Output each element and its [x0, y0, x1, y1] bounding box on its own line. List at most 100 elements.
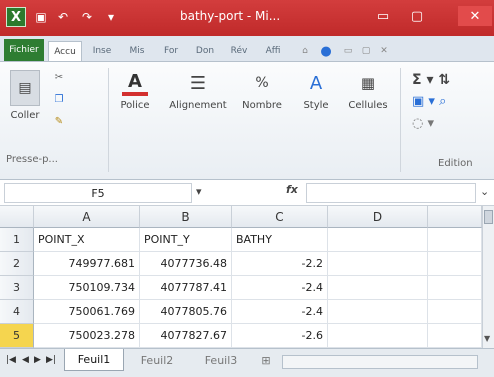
row-header[interactable]: 3	[0, 276, 34, 300]
sum-icon[interactable]: Σ ▾ ⇅	[412, 72, 482, 94]
copy-icon[interactable]: ❐	[46, 94, 72, 116]
quick-access-menu-icon[interactable]: ▾	[102, 8, 120, 26]
cell-b5[interactable]: 4077827.67	[140, 324, 232, 348]
cell-c5[interactable]: -2.6	[232, 324, 328, 348]
scroll-down-icon[interactable]: ▼	[484, 334, 490, 343]
police-button[interactable]: A Police	[110, 70, 160, 112]
column-header-b[interactable]: B	[140, 206, 232, 228]
sheet-tab-bar: |◀ ◀ ▶ ▶| Feuil1 Feuil2 Feuil3 ⊞	[0, 348, 494, 377]
cell-e4[interactable]	[428, 300, 482, 324]
wb-close-icon[interactable]: ✕	[376, 41, 392, 61]
name-box[interactable]: F5	[4, 183, 192, 203]
sheet-tab-feuil3[interactable]: Feuil3	[190, 349, 252, 371]
column-header-d[interactable]: D	[328, 206, 428, 228]
select-all-corner[interactable]	[0, 206, 34, 228]
formula-input[interactable]	[306, 183, 476, 203]
close-button[interactable]: ✕	[458, 6, 492, 26]
cell-d2[interactable]	[328, 252, 428, 276]
paste-label: Coller	[10, 110, 40, 121]
clipboard-group-label: Presse-p...	[6, 154, 58, 165]
cell-d3[interactable]	[328, 276, 428, 300]
last-sheet-icon[interactable]: ▶|	[46, 355, 56, 365]
cell-c2[interactable]: -2.2	[232, 252, 328, 276]
cell-c3[interactable]: -2.4	[232, 276, 328, 300]
sheet-tab-feuil2[interactable]: Feuil2	[126, 349, 188, 371]
separator	[400, 68, 401, 172]
cell-a3[interactable]: 750109.734	[34, 276, 140, 300]
window-title: bathy-port - Mi...	[180, 9, 281, 23]
cell-d1[interactable]	[328, 228, 428, 252]
help-icon[interactable]: ●	[316, 41, 336, 61]
excel-logo[interactable]: X	[6, 7, 26, 27]
fill-icon[interactable]: ▣ ▾ ⌕	[412, 94, 482, 116]
fx-icon[interactable]: fx	[286, 183, 298, 196]
align-icon: ☰	[189, 72, 207, 94]
tab-accueil[interactable]: Accu	[48, 41, 82, 61]
ribbon-tab-bar: Fichier Accu Inse Mis For Don Rév Affi ⌂…	[0, 36, 494, 62]
font-icon: A	[122, 70, 148, 96]
tab-mise-en-page[interactable]: Mis	[122, 41, 152, 61]
wb-minimize-icon[interactable]: ▭	[340, 41, 356, 61]
tab-revision[interactable]: Rév	[224, 41, 254, 61]
cellules-button[interactable]: ▦ Cellules	[342, 70, 394, 111]
cell-b1[interactable]: POINT_Y	[140, 228, 232, 252]
scroll-thumb[interactable]	[484, 210, 493, 224]
row-header[interactable]: 4	[0, 300, 34, 324]
cell-b4[interactable]: 4077805.76	[140, 300, 232, 324]
cell-b2[interactable]: 4077736.48	[140, 252, 232, 276]
cell-d4[interactable]	[328, 300, 428, 324]
row-header[interactable]: 2	[0, 252, 34, 276]
alignement-label: Alignement	[169, 100, 227, 111]
new-sheet-icon[interactable]: ⊞	[256, 349, 276, 371]
undo-icon[interactable]: ↶	[54, 8, 72, 26]
column-header-a[interactable]: A	[34, 206, 140, 228]
clear-icon[interactable]: ◌ ▾	[412, 116, 482, 138]
cell-a2[interactable]: 749977.681	[34, 252, 140, 276]
formula-bar: F5 ▾ fx ⌄	[0, 180, 494, 206]
cell-c1[interactable]: BATHY	[232, 228, 328, 252]
tab-insertion[interactable]: Inse	[86, 41, 118, 61]
ribbon-minimize-icon[interactable]: ⌂	[296, 41, 314, 61]
paste-button[interactable]: ▤ Coller	[6, 70, 44, 121]
column-header-c[interactable]: C	[232, 206, 328, 228]
save-icon[interactable]: ▣	[32, 8, 50, 26]
cell-a4[interactable]: 750061.769	[34, 300, 140, 324]
redo-icon[interactable]: ↷	[76, 8, 98, 26]
name-box-dropdown-icon[interactable]: ▾	[196, 185, 202, 198]
sheet-tab-feuil1[interactable]: Feuil1	[64, 349, 124, 371]
prev-sheet-icon[interactable]: ◀	[22, 355, 29, 365]
style-icon: A	[309, 72, 323, 94]
cell-e3[interactable]	[428, 276, 482, 300]
alignement-button[interactable]: ☰ Alignement	[164, 70, 232, 112]
formula-expand-icon[interactable]: ⌄	[480, 185, 489, 198]
horizontal-scrollbar[interactable]	[282, 355, 478, 369]
row-header[interactable]: 1	[0, 228, 34, 252]
cut-icon[interactable]: ✂	[46, 72, 72, 94]
maximize-button[interactable]: ▢	[404, 6, 430, 26]
cell-a5[interactable]: 750023.278	[34, 324, 140, 348]
wb-restore-icon[interactable]: ▢	[358, 41, 374, 61]
cell-e1[interactable]	[428, 228, 482, 252]
tab-fichier[interactable]: Fichier	[4, 39, 44, 61]
tab-donnees[interactable]: Don	[190, 41, 220, 61]
minimize-button[interactable]: ▭	[370, 6, 396, 26]
cell-e5[interactable]	[428, 324, 482, 348]
next-sheet-icon[interactable]: ▶	[34, 355, 41, 365]
ribbon: ▤ Coller ✂ ❐ ✎ Presse-p... A Police ☰ Al…	[0, 62, 494, 180]
tab-formules[interactable]: For	[156, 41, 186, 61]
style-label: Style	[303, 100, 329, 111]
vertical-scrollbar[interactable]: ▼	[482, 206, 494, 348]
cell-a1[interactable]: POINT_X	[34, 228, 140, 252]
first-sheet-icon[interactable]: |◀	[6, 355, 16, 365]
row-header-selected[interactable]: 5	[0, 324, 34, 348]
style-button[interactable]: A Style	[294, 70, 338, 112]
cell-b3[interactable]: 4077787.41	[140, 276, 232, 300]
cell-c4[interactable]: -2.4	[232, 300, 328, 324]
cell-d5[interactable]	[328, 324, 428, 348]
nombre-label: Nombre	[242, 100, 282, 111]
nombre-button[interactable]: % Nombre	[236, 70, 288, 111]
separator	[108, 68, 109, 172]
format-painter-icon[interactable]: ✎	[46, 116, 72, 138]
tab-affichage[interactable]: Affi	[258, 41, 288, 61]
cell-e2[interactable]	[428, 252, 482, 276]
